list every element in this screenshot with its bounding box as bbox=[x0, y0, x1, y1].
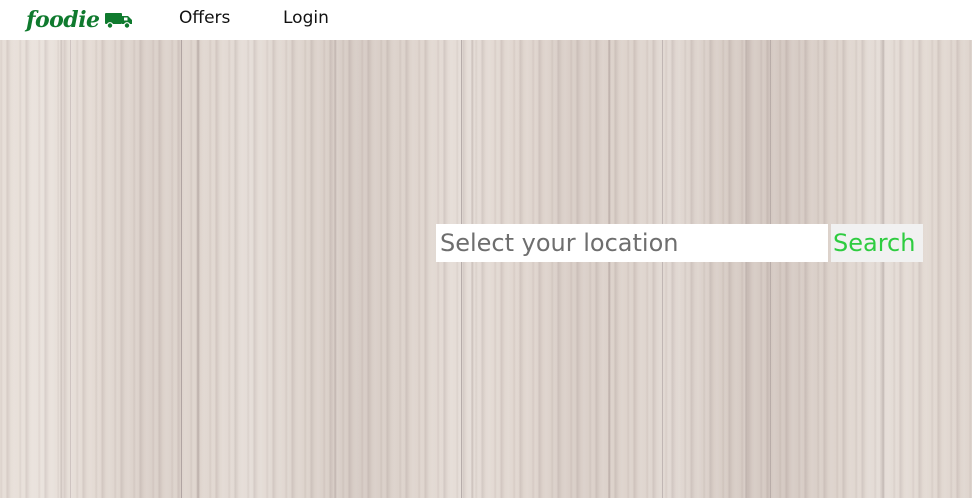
search-button[interactable]: Search bbox=[831, 224, 923, 262]
logo-text: foodie bbox=[26, 7, 100, 33]
top-navbar: foodie Offers Login bbox=[0, 0, 972, 40]
wood-grain-line bbox=[181, 40, 182, 498]
nav-offers-link[interactable]: Offers bbox=[179, 0, 230, 36]
wood-grain-line bbox=[770, 40, 771, 498]
wood-grain-line bbox=[662, 40, 663, 498]
page: foodie Offers Login Search bbox=[0, 0, 972, 498]
truck-icon bbox=[104, 13, 132, 29]
nav-login-link[interactable]: Login bbox=[283, 0, 329, 36]
wood-grain-line bbox=[461, 40, 462, 498]
wood-background bbox=[0, 40, 972, 498]
wood-grain-line bbox=[70, 40, 71, 498]
location-search-input[interactable] bbox=[436, 224, 828, 262]
brand-logo[interactable]: foodie bbox=[26, 2, 134, 38]
